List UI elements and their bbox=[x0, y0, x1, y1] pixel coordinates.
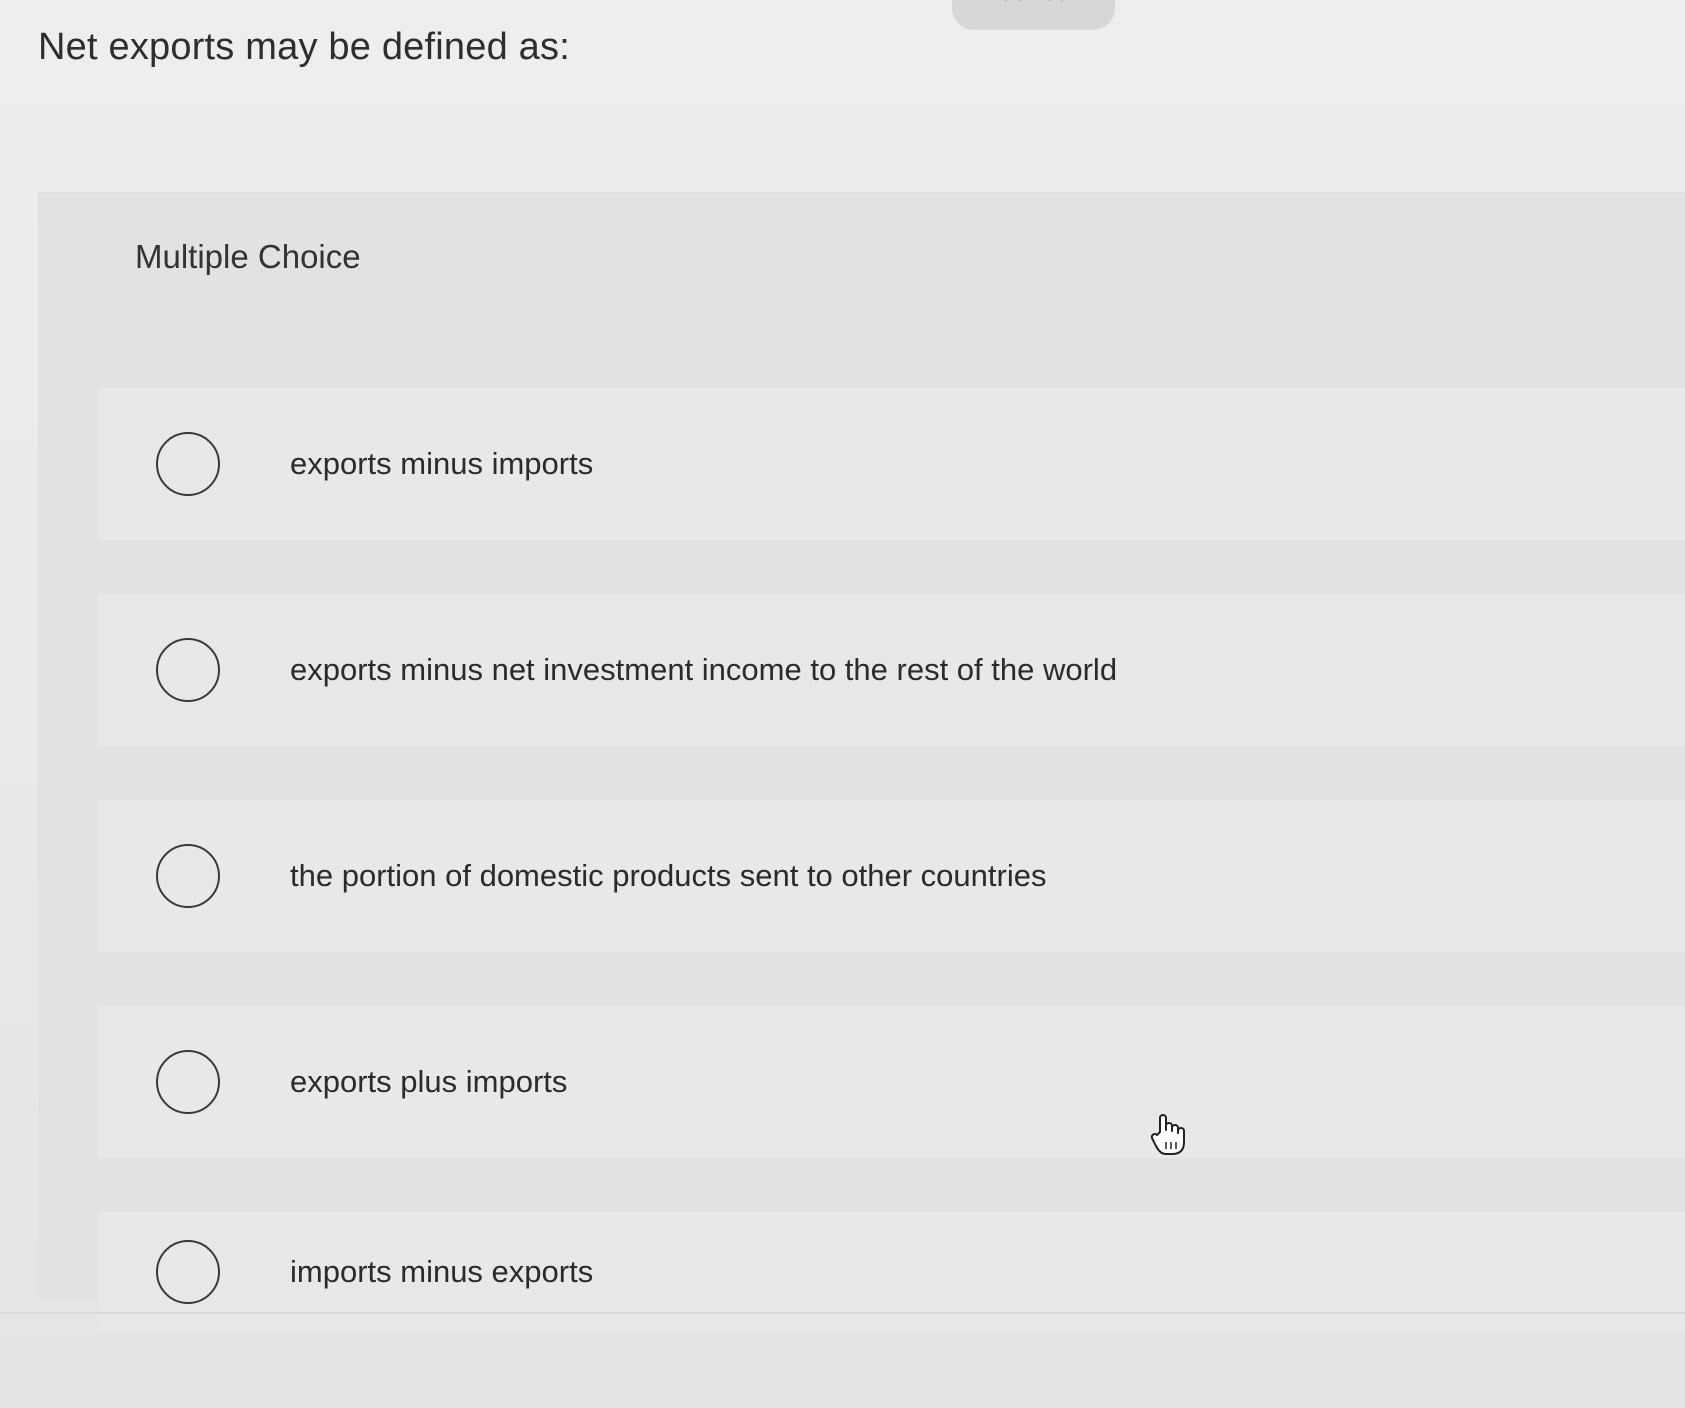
question-prompt: Net exports may be defined as: bbox=[38, 26, 570, 68]
answer-option-label: exports minus net investment income to t… bbox=[290, 652, 1118, 687]
answer-option[interactable]: the portion of domestic products sent to… bbox=[98, 800, 1685, 952]
saved-status-label: Saved bbox=[997, 0, 1071, 16]
answer-option[interactable]: exports plus imports bbox=[98, 1006, 1685, 1158]
hand-pointer-icon bbox=[1150, 1114, 1185, 1155]
radio-button[interactable] bbox=[156, 432, 220, 496]
question-type-label: Multiple Choice bbox=[135, 238, 361, 275]
answer-option-label: exports plus imports bbox=[290, 1064, 568, 1099]
answer-option[interactable]: imports minus exports bbox=[98, 1212, 1685, 1332]
radio-button[interactable] bbox=[156, 1050, 220, 1114]
answer-option[interactable]: exports minus imports bbox=[98, 388, 1685, 540]
answer-option[interactable]: exports minus net investment income to t… bbox=[98, 594, 1685, 746]
answer-option-label: imports minus exports bbox=[290, 1254, 594, 1289]
answer-option-label: exports minus imports bbox=[290, 446, 594, 481]
radio-button[interactable] bbox=[156, 1240, 220, 1304]
saved-status-badge: Saved bbox=[952, 0, 1115, 30]
answer-options-list: exports minus imports exports minus net … bbox=[98, 388, 1685, 1332]
page: Saved Net exports may be defined as: Mul… bbox=[0, 0, 1685, 1408]
bottom-divider bbox=[0, 1312, 1685, 1314]
answer-option-label: the portion of domestic products sent to… bbox=[290, 858, 1047, 893]
radio-button[interactable] bbox=[156, 638, 220, 702]
radio-button[interactable] bbox=[156, 844, 220, 908]
